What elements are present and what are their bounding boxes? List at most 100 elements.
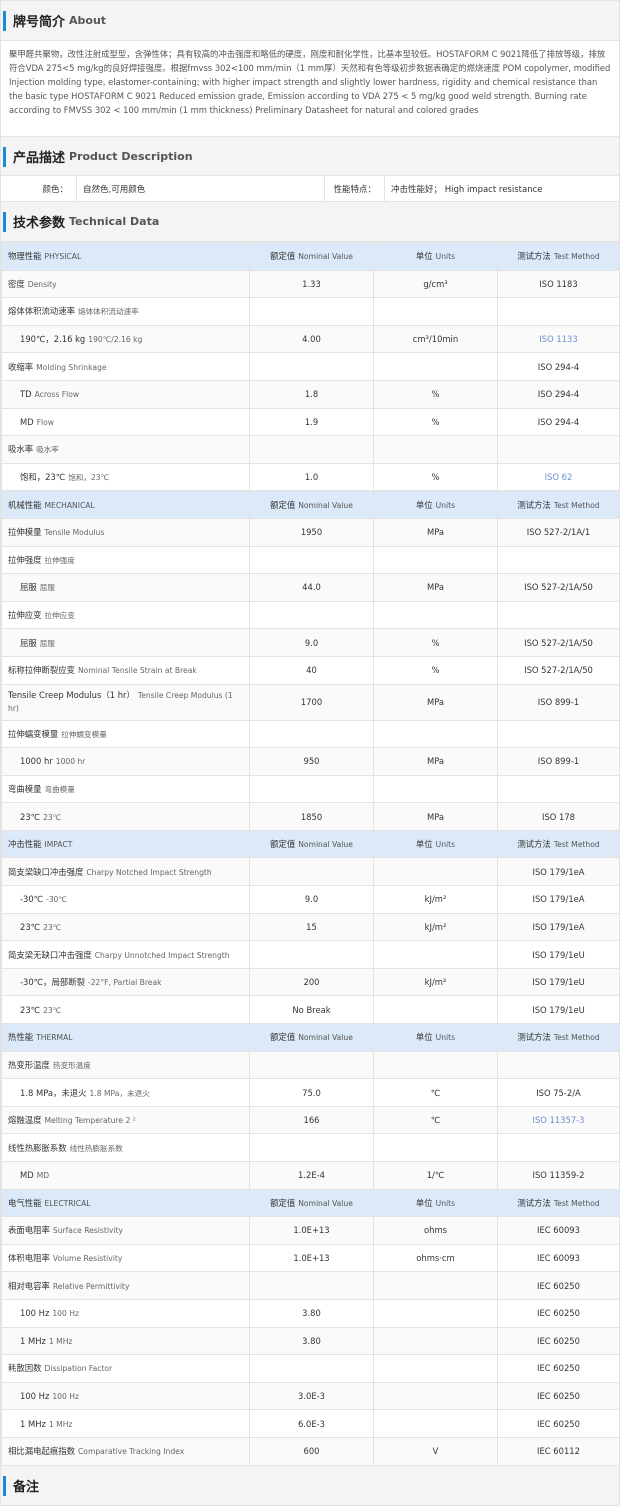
unit-cell: MPa <box>373 683 498 721</box>
nominal-value-cell: 600 <box>249 1436 374 1466</box>
test-method-cell[interactable]: ISO 1133 <box>497 324 620 354</box>
property-name-en: 拉伸强度 <box>44 555 75 565</box>
test-method-label: 测试方法 <box>517 1197 551 1208</box>
property-name-cell: 弯曲模量 弯曲模量 <box>1 774 250 804</box>
property-name: 屈服 <box>20 637 37 648</box>
property-name-cell: 拉伸模量 Tensile Modulus <box>1 517 250 547</box>
nominal-value-cell: 9.0 <box>249 628 374 657</box>
property-name-cell: 简支梁无缺口冲击强度 Charpy Unnotched Impact Streng… <box>1 940 250 969</box>
test-method-cell: ISO 179/1eA <box>497 885 620 914</box>
property-row: 23℃ 23℃ No Break ISO 179/1eU <box>1 995 620 1025</box>
nominal-value-cell <box>249 1354 374 1383</box>
property-name-cell: -30℃，局部断裂 -22°F, Partial Break <box>1 967 250 997</box>
test-method-cell[interactable]: ISO 62 <box>497 462 620 492</box>
units-label-en: Units <box>435 840 456 850</box>
nominal-value-cell <box>249 1133 374 1162</box>
unit-cell: MPa <box>373 573 498 602</box>
unit-cell <box>373 545 498 575</box>
unit-cell <box>373 940 498 969</box>
property-name: 相比漏电起痕指数 <box>8 1446 75 1457</box>
property-name: TD <box>20 389 32 400</box>
unit-cell <box>373 1354 498 1383</box>
property-name: 标称拉伸断裂应变 <box>8 665 75 676</box>
unit-cell: kJ/m² <box>373 967 498 997</box>
property-row: 标称拉伸断裂应变 Nominal Tensile Strain at Break 4… <box>1 655 620 685</box>
test-method-cell: ISO 899-1 <box>497 683 620 721</box>
property-row: 1.8 MPa，未退火 1.8 MPa，未退火 75.0 ℃ ISO 75-2/A <box>1 1078 620 1107</box>
nominal-value-cell <box>249 940 374 969</box>
test-method-header: 测试方法 Test Method <box>497 829 620 859</box>
units-label: 单位 <box>415 251 433 262</box>
test-method-cell: ISO 179/1eU <box>497 995 620 1025</box>
test-method-cell: IEC 60250 <box>497 1354 620 1383</box>
nominal-value-cell: 75.0 <box>249 1078 374 1107</box>
property-row: 1 MHz 1 MHz 3.80 IEC 60250 <box>1 1326 620 1356</box>
nominal-value-label-en: Nominal Value <box>298 1033 353 1043</box>
property-name-cell: 屈服 屈服 <box>1 628 250 657</box>
property-name-cell: 100 Hz 100 Hz <box>1 1298 250 1328</box>
property-name-en: 1 MHz <box>48 1419 73 1429</box>
nominal-value-cell: 1.33 <box>249 269 374 299</box>
datasheet-page: 牌号简介 About 聚甲醛共聚物，改性注射成型型，含弹性体；具有较高的冲击强度… <box>0 0 620 1506</box>
property-name: 23℃ <box>20 811 41 822</box>
unit-cell: ohms·cm <box>373 1243 498 1273</box>
unit-cell <box>373 1381 498 1411</box>
property-row: 热变形温度 热变形温度 <box>1 1050 620 1080</box>
nominal-value-cell <box>249 774 374 804</box>
property-name-en: MD <box>36 1171 50 1181</box>
test-method-cell: ISO 1183 <box>497 269 620 299</box>
property-name: 饱和，23℃ <box>20 472 66 483</box>
category-name: 电气性能 <box>8 1197 42 1208</box>
property-row: 密度 Density 1.33 g/cm³ ISO 1183 <box>1 269 620 299</box>
test-method-label-en: Test Method <box>553 500 600 510</box>
category-name-en: IMPACT <box>44 840 73 850</box>
property-name-cell: 1.8 MPa，未退火 1.8 MPa，未退火 <box>1 1078 250 1107</box>
property-name-en: Molding Shrinkage <box>36 362 107 372</box>
property-row: 23℃ 23℃ 15 kJ/m² ISO 179/1eA <box>1 912 620 942</box>
property-row: 1 MHz 1 MHz 6.0E-3 IEC 60250 <box>1 1409 620 1438</box>
test-method-header: 测试方法 Test Method <box>497 242 620 271</box>
test-method-cell: ISO 75-2/A <box>497 1078 620 1107</box>
property-name: 表面电阻率 <box>8 1225 50 1236</box>
nominal-value-cell <box>249 857 374 887</box>
property-name: 简支梁缺口冲击强度 <box>8 866 84 877</box>
property-name: 体积电阻率 <box>8 1253 50 1264</box>
property-row: -30℃，局部断裂 -22°F, Partial Break 200 kJ/m² ISO… <box>1 967 620 997</box>
property-row: 简支梁无缺口冲击强度 Charpy Unnotched Impact Streng… <box>1 940 620 969</box>
units-label: 单位 <box>415 499 433 510</box>
technical-title: 技术参数 <box>13 216 66 231</box>
property-name: 收缩率 <box>8 361 34 372</box>
property-name-en: 23℃ <box>43 1005 62 1015</box>
test-method-cell: ISO 179/1eU <box>497 967 620 997</box>
description-title-en: Product Description <box>69 149 193 163</box>
test-method-header: 测试方法 Test Method <box>497 490 620 519</box>
property-name: 1000 hr <box>20 756 53 767</box>
property-name-en: Comparative Tracking Index <box>78 1447 185 1457</box>
property-name: 1 MHz <box>20 1335 46 1346</box>
test-method-cell[interactable]: ISO 11357-3 <box>497 1105 620 1135</box>
property-name-en: 饱和，23℃ <box>68 473 110 483</box>
property-name-cell: Tensile Creep Modulus（1 hr） Tensile Creep… <box>1 683 250 721</box>
property-name-en: 热变形温度 <box>52 1060 91 1070</box>
property-name: 100 Hz <box>20 1391 50 1402</box>
property-row: 100 Hz 100 Hz 3.80 IEC 60250 <box>1 1298 620 1328</box>
nominal-value-label-en: Nominal Value <box>298 1198 353 1208</box>
property-row: 熔体体积流动速率 熔体体积流动速率 <box>1 297 620 326</box>
test-method-cell: ISO 179/1eA <box>497 857 620 887</box>
test-method-label-en: Test Method <box>553 1198 600 1208</box>
category-header-row: 物理性能 PHYSICAL 额定值 Nominal Value 单位 Units 测试方法 T… <box>1 242 620 271</box>
test-method-cell <box>497 774 620 804</box>
feature-label: 性能特点： <box>325 176 385 201</box>
nominal-value-cell: 200 <box>249 967 374 997</box>
property-name: 拉伸模量 <box>8 527 42 538</box>
property-row: -30℃ -30℃ 9.0 kJ/m² ISO 179/1eA <box>1 885 620 914</box>
property-name-en: 1.8 MPa，未退火 <box>89 1088 150 1098</box>
unit-cell: MPa <box>373 747 498 776</box>
property-name-cell: 热变形温度 热变形温度 <box>1 1050 250 1080</box>
property-name-en: Melting Temperature 2 ² <box>44 1116 136 1126</box>
property-name-cell: 拉伸应变 拉伸应变 <box>1 600 250 630</box>
property-name-cell: 1000 hr 1000 hr <box>1 747 250 776</box>
units-label-en: Units <box>435 1198 456 1208</box>
technical-title-en: Technical Data <box>69 215 160 228</box>
units-header: 单位 Units <box>373 242 498 271</box>
